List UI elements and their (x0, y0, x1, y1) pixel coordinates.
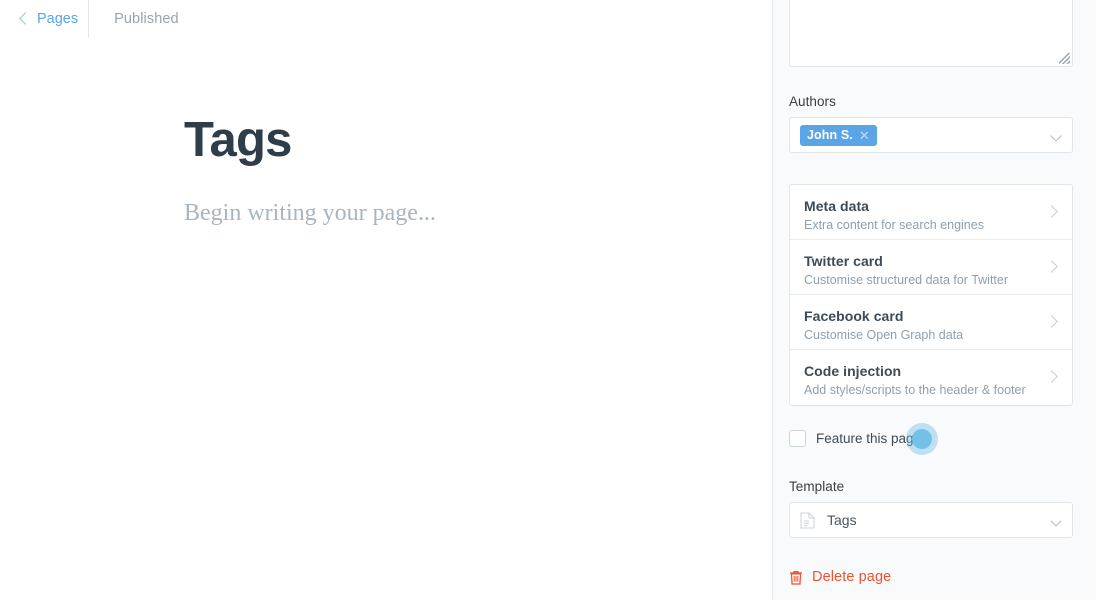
page-title[interactable]: Tags (184, 116, 772, 165)
resize-grip-icon[interactable] (1059, 53, 1070, 64)
chevron-right-icon (1045, 205, 1058, 218)
feature-page-label: Feature this page (816, 431, 922, 446)
chevron-down-icon (1050, 515, 1062, 527)
chevron-right-icon (1045, 370, 1058, 383)
close-icon[interactable]: ✕ (859, 129, 870, 142)
card-subtitle: Add styles/scripts to the header & foote… (804, 382, 1026, 397)
template-field: Template Tags (789, 479, 1073, 538)
chevron-left-icon (19, 12, 32, 25)
author-token-label: John S. (807, 128, 853, 142)
authors-field: Authors John S. ✕ (789, 94, 1073, 153)
card-subtitle: Extra content for search engines (804, 217, 984, 232)
delete-page-label: Delete page (812, 569, 892, 585)
template-label: Template (789, 479, 845, 494)
delete-page-button[interactable]: Delete page (789, 569, 891, 585)
back-to-pages-link[interactable]: Pages (0, 0, 78, 38)
editor-canvas[interactable]: Tags Begin writing your page... (0, 38, 772, 600)
document-icon (800, 511, 815, 529)
template-value: Tags (827, 512, 857, 528)
card-code-injection[interactable]: Code injection Add styles/scripts to the… (790, 350, 1072, 405)
authors-label: Authors (789, 94, 836, 109)
card-meta-data[interactable]: Meta data Extra content for search engin… (790, 185, 1072, 240)
card-subtitle: Customise Open Graph data (804, 327, 964, 342)
top-bar: Pages Published (0, 0, 772, 38)
card-title: Code injection (804, 363, 902, 379)
feature-page-row[interactable]: Feature this page (789, 430, 921, 447)
page-body-placeholder[interactable]: Begin writing your page... (184, 197, 772, 231)
chevron-right-icon (1045, 260, 1058, 273)
authors-select[interactable]: John S. ✕ (789, 117, 1073, 153)
author-token[interactable]: John S. ✕ (800, 124, 877, 146)
chevron-right-icon (1045, 315, 1058, 328)
card-title: Twitter card (804, 253, 883, 269)
publish-status[interactable]: Published (89, 11, 179, 27)
trash-icon (790, 570, 802, 585)
back-to-pages-label: Pages (37, 11, 79, 27)
card-facebook-card[interactable]: Facebook card Customise Open Graph data (790, 295, 1072, 350)
editor-inner: Tags Begin writing your page... (0, 38, 772, 231)
feature-page-checkbox[interactable] (789, 430, 806, 447)
card-title: Facebook card (804, 308, 904, 324)
settings-card-group: Meta data Extra content for search engin… (789, 184, 1073, 406)
card-subtitle: Customise structured data for Twitter (804, 272, 1009, 287)
settings-sidebar: Authors John S. ✕ Meta data Extra conten… (772, 0, 1096, 600)
chevron-down-icon (1050, 130, 1062, 142)
card-title: Meta data (804, 198, 870, 214)
excerpt-textarea[interactable] (789, 0, 1073, 67)
template-select[interactable]: Tags (789, 502, 1073, 538)
card-twitter-card[interactable]: Twitter card Customise structured data f… (790, 240, 1072, 295)
editor-screen: Pages Published Tags Begin writing your … (0, 0, 1096, 600)
